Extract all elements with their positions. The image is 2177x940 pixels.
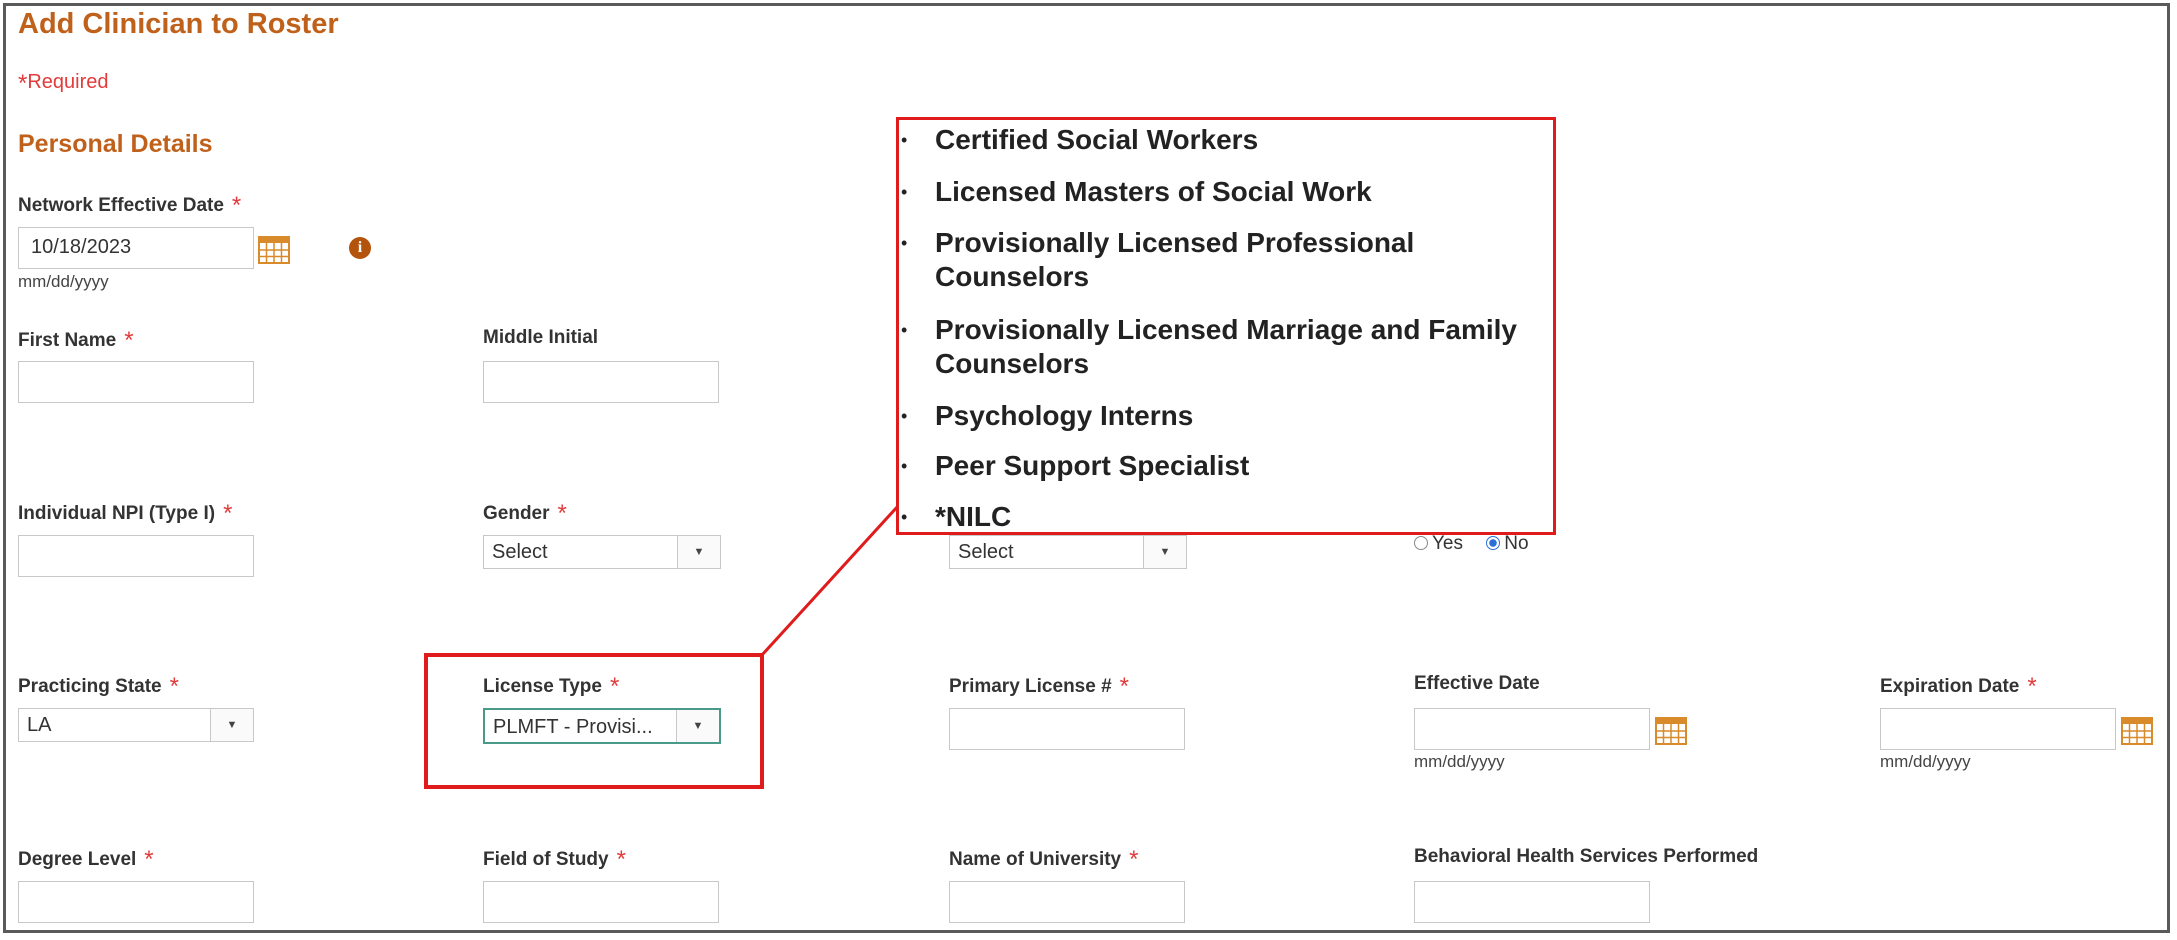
list-item: Certified Social Workers	[901, 123, 1555, 157]
list-item: *NILC	[901, 500, 1555, 534]
license-type-callout: Certified Social Workers Licensed Master…	[896, 117, 1556, 535]
list-item: Peer Support Specialist	[901, 449, 1555, 483]
list-item: Provisionally Licensed Professional Coun…	[901, 226, 1555, 294]
list-item: Licensed Masters of Social Work	[901, 175, 1555, 209]
list-item: Psychology Interns	[901, 399, 1555, 433]
list-item: Provisionally Licensed Marriage and Fami…	[901, 313, 1555, 381]
